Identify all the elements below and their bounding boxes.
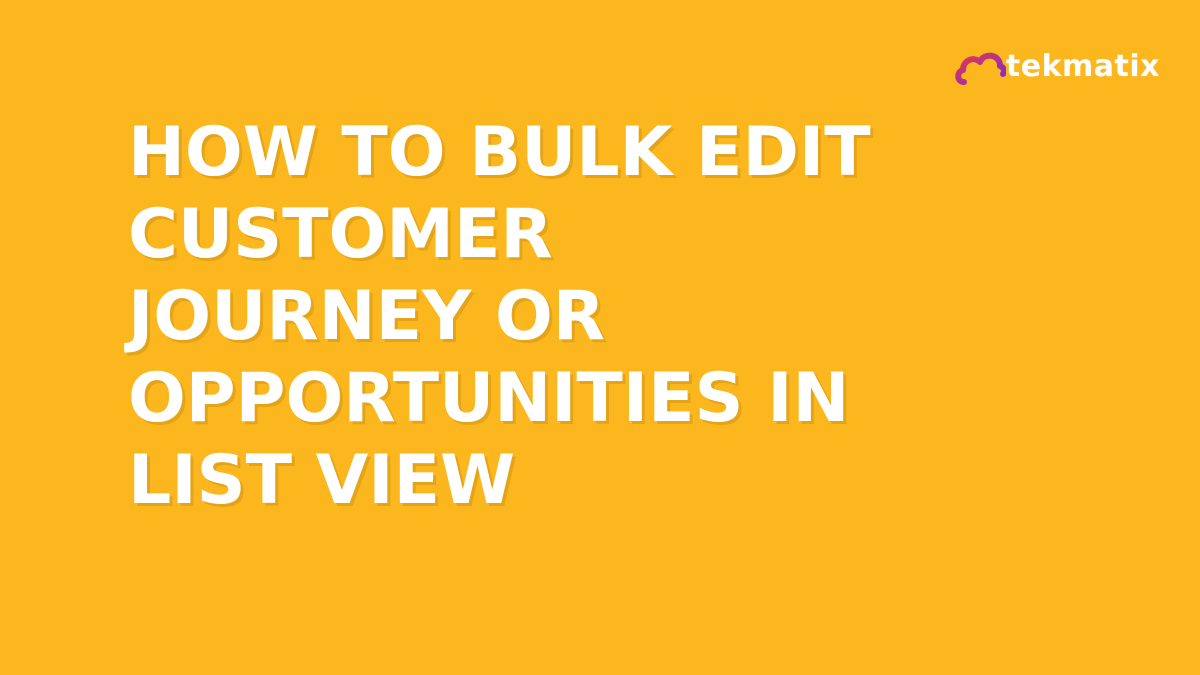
headline-line: CUSTOMER	[128, 195, 553, 274]
brand-logo: tekmatix	[954, 46, 1160, 88]
headline-line: LIST VIEW	[128, 441, 516, 520]
headline-line: JOURNEY OR	[128, 277, 606, 356]
cloud-logo-icon	[955, 52, 1006, 85]
headline-line: OPPORTUNITIES IN	[128, 359, 850, 438]
headline: HOW TO BULK EDIT CUSTOMER JOURNEY OR OPP…	[128, 112, 871, 522]
banner-canvas: tekmatix HOW TO BULK EDIT CUSTOMER JOURN…	[0, 0, 1200, 675]
brand-name: tekmatix	[1005, 49, 1160, 84]
headline-line: HOW TO BULK EDIT	[128, 113, 871, 192]
